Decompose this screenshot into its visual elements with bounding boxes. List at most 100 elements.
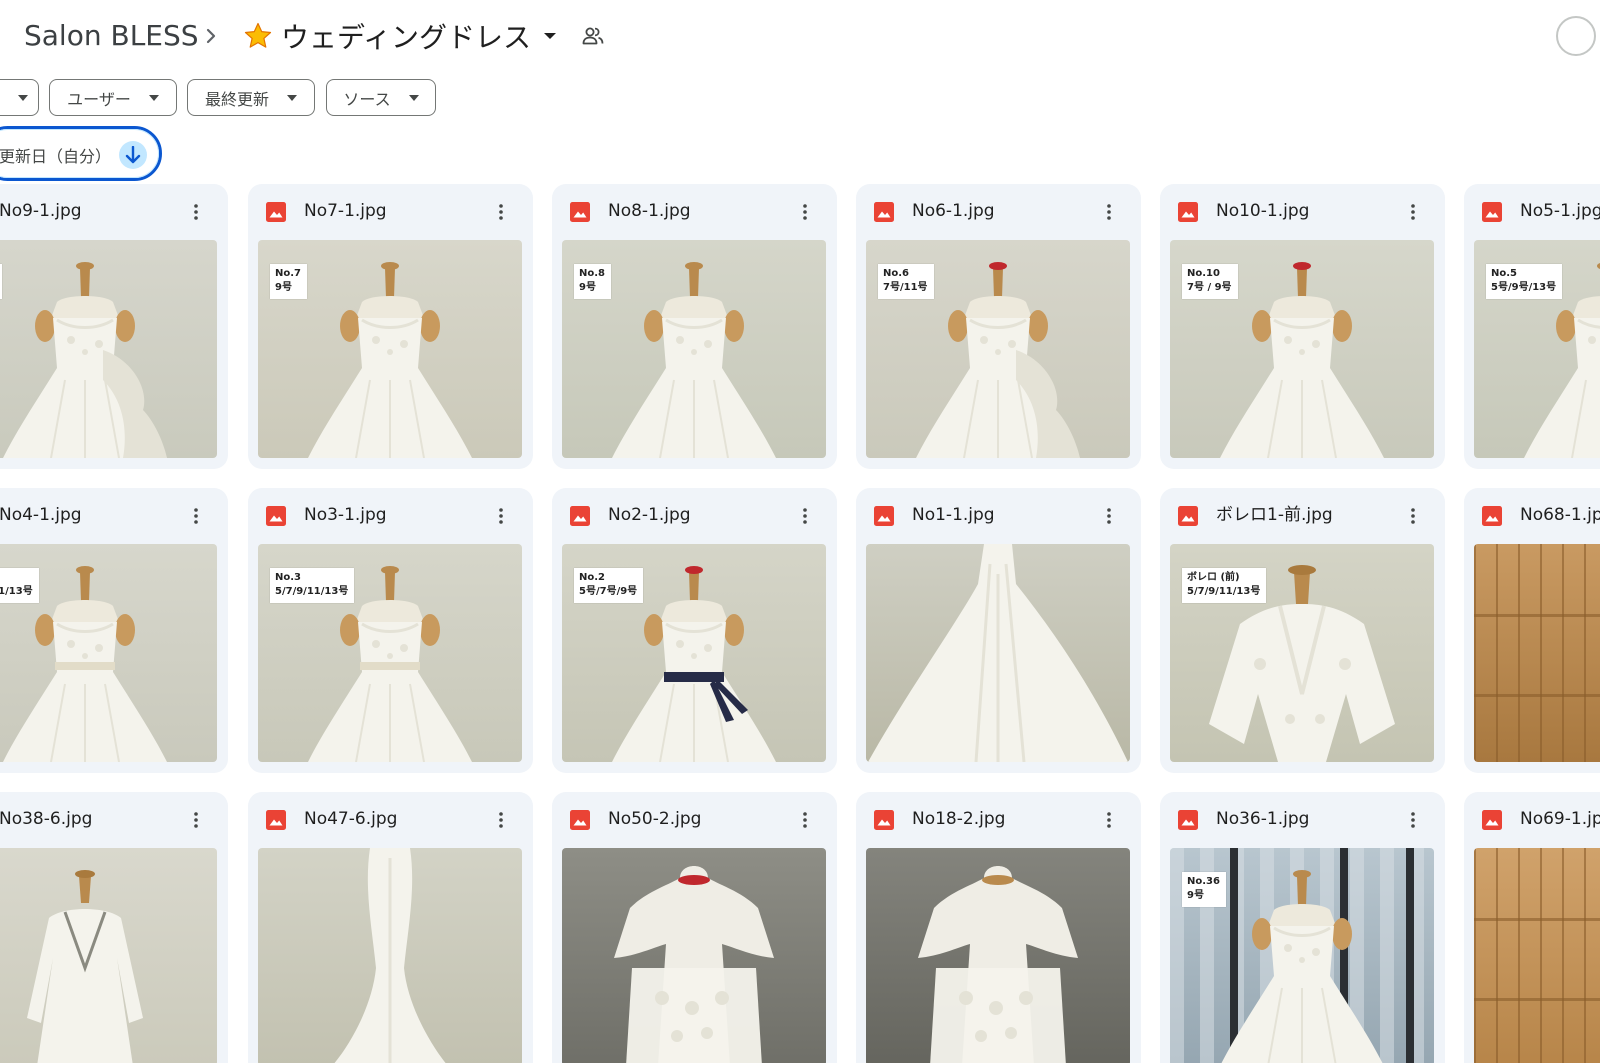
dress-size-tag: No.2 5号/7号/9号 (574, 568, 644, 603)
file-card[interactable]: No68-1.jpg (1464, 488, 1600, 773)
more-vert-icon[interactable] (193, 506, 199, 526)
file-name: No2-1.jpg (608, 505, 691, 525)
image-file-icon (570, 202, 590, 222)
file-thumbnail[interactable] (866, 848, 1130, 1063)
more-vert-icon[interactable] (193, 202, 199, 222)
file-card-header: No6-1.jpg (856, 184, 1141, 240)
file-name: No47-6.jpg (304, 809, 398, 829)
more-vert-icon[interactable] (1106, 810, 1112, 830)
file-thumbnail[interactable]: No.3 5/7/9/11/13号 (258, 544, 522, 762)
caret-down-icon[interactable] (543, 31, 557, 41)
file-thumbnail[interactable]: No.8 9号 (562, 240, 826, 458)
file-card-header: No69-1.jpg (1464, 792, 1600, 848)
file-card[interactable]: No10-1.jpg No.10 7号 / 9号 (1160, 184, 1445, 469)
more-vert-icon[interactable] (1410, 506, 1416, 526)
caret-down-icon (408, 94, 419, 101)
file-thumbnail[interactable] (0, 848, 217, 1063)
file-thumbnail[interactable]: No.47/9/11/13号 (0, 544, 217, 762)
dress-tag-line: No.5 (1491, 268, 1517, 279)
file-card[interactable]: No3-1.jpg No.3 5/7/9/11/13号 (248, 488, 533, 773)
image-file-icon (1482, 506, 1502, 526)
file-thumbnail[interactable]: No.7 9号 (258, 240, 522, 458)
dress-size-tag: No.99号 (0, 264, 2, 299)
sort-direction-button[interactable] (119, 141, 147, 169)
filter-user-chip[interactable]: ユーザー (49, 79, 177, 116)
more-vert-icon[interactable] (802, 202, 808, 222)
file-card[interactable]: No9-1.jpg No.99号 (0, 184, 228, 469)
filter-modified-chip[interactable]: 最終更新 (187, 79, 315, 116)
more-vert-icon[interactable] (1106, 506, 1112, 526)
file-card[interactable]: No8-1.jpg No.8 9号 (552, 184, 837, 469)
file-thumbnail[interactable] (1474, 544, 1600, 762)
dress-size-tag: No.47/9/11/13号 (0, 568, 39, 603)
dress-photo (0, 240, 217, 458)
file-card[interactable]: No2-1.jpg No.2 5号/7号/9号 (552, 488, 837, 773)
more-vert-icon[interactable] (498, 506, 504, 526)
file-name: No18-2.jpg (912, 809, 1006, 829)
file-thumbnail[interactable] (258, 848, 522, 1063)
image-file-icon (1178, 202, 1198, 222)
filter-type-chip[interactable] (0, 79, 39, 116)
caret-down-icon (287, 94, 297, 101)
file-thumbnail[interactable]: No.36 9号 (1170, 848, 1434, 1063)
sort-label: 更新日（自分） (0, 147, 112, 166)
dress-size-tag: No.8 9号 (574, 264, 611, 299)
file-thumbnail[interactable]: No.10 7号 / 9号 (1170, 240, 1434, 458)
more-vert-icon[interactable] (1410, 810, 1416, 830)
file-thumbnail[interactable]: No.6 7号/11号 (866, 240, 1130, 458)
dress-photo (0, 848, 217, 1063)
breadcrumb-root[interactable]: Salon BLESS (24, 16, 199, 56)
dress-photo (258, 848, 522, 1063)
file-card[interactable]: No5-1.jpg No.5 5号/9号/13号 (1464, 184, 1600, 469)
file-card[interactable]: No50-2.jpg (552, 792, 837, 1063)
image-file-icon (874, 810, 894, 830)
file-thumbnail[interactable] (866, 544, 1130, 762)
file-card[interactable]: No1-1.jpg (856, 488, 1141, 773)
dress-tag-line: 5/7/9/11/13号 (275, 586, 349, 597)
filter-source-chip[interactable]: ソース (326, 79, 436, 116)
file-card[interactable]: No7-1.jpg No.7 9号 (248, 184, 533, 469)
dress-tag-line: No.10 (1187, 268, 1220, 279)
file-card-header: No1-1.jpg (856, 488, 1141, 544)
file-card[interactable]: No47-6.jpg (248, 792, 533, 1063)
file-card[interactable]: No6-1.jpg No.6 7号/11号 (856, 184, 1141, 469)
dress-tag-line: No.36 (1187, 876, 1220, 887)
file-card-header: No10-1.jpg (1160, 184, 1445, 240)
file-thumbnail[interactable] (562, 848, 826, 1063)
file-card-header: No4-1.jpg (0, 488, 228, 544)
file-card[interactable]: No36-1.jpg No.36 9号 (1160, 792, 1445, 1063)
file-thumbnail[interactable]: No.5 5号/9号/13号 (1474, 240, 1600, 458)
dress-size-tag: No.3 5/7/9/11/13号 (270, 568, 355, 603)
more-vert-icon[interactable] (498, 202, 504, 222)
breadcrumb-current-folder[interactable]: ウェディングドレス (243, 14, 557, 58)
file-thumbnail[interactable]: No.2 5号/7号/9号 (562, 544, 826, 762)
dress-tag-line: 7号/11号 (883, 282, 928, 293)
dress-tag-line: No.8 (579, 268, 605, 279)
sort-button[interactable]: 更新日（自分） (0, 126, 162, 181)
file-name: No5-1.jpg (1520, 201, 1600, 221)
file-card[interactable]: No38-6.jpg (0, 792, 228, 1063)
file-card[interactable]: ボレロ1-前.jpg ボレロ (前) 5/7/9/11/13号 (1160, 488, 1445, 773)
file-card[interactable]: No18-2.jpg (856, 792, 1141, 1063)
more-vert-icon[interactable] (1410, 202, 1416, 222)
image-file-icon (1178, 506, 1198, 526)
more-vert-icon[interactable] (193, 810, 199, 830)
dress-photo (866, 544, 1130, 762)
image-file-icon (1482, 202, 1502, 222)
more-vert-icon[interactable] (1106, 202, 1112, 222)
dress-tag-line: 9号 (579, 282, 596, 293)
file-thumbnail[interactable]: No.99号 (0, 240, 217, 458)
file-name: No3-1.jpg (304, 505, 387, 525)
shared-users-icon[interactable] (582, 25, 604, 47)
file-thumbnail[interactable] (1474, 848, 1600, 1063)
dress-size-tag: No.10 7号 / 9号 (1182, 264, 1238, 299)
dress-size-tag: No.6 7号/11号 (878, 264, 934, 299)
more-vert-icon[interactable] (802, 506, 808, 526)
more-vert-icon[interactable] (802, 810, 808, 830)
account-button[interactable] (1556, 16, 1596, 56)
dress-tag-line: No.3 (275, 572, 301, 583)
file-card[interactable]: No4-1.jpg No.47/9/11/13号 (0, 488, 228, 773)
file-card[interactable]: No69-1.jpg (1464, 792, 1600, 1063)
file-thumbnail[interactable]: ボレロ (前) 5/7/9/11/13号 (1170, 544, 1434, 762)
more-vert-icon[interactable] (498, 810, 504, 830)
